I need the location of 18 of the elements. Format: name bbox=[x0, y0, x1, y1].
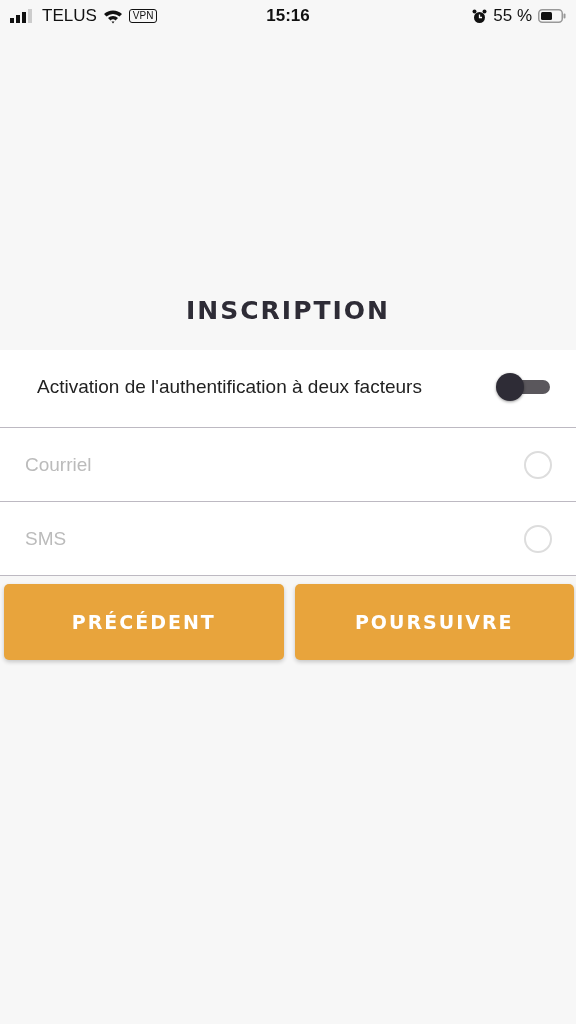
toggle-label: Activation de l'authentification à deux facteurs bbox=[37, 375, 423, 399]
radio-button[interactable] bbox=[524, 450, 552, 479]
battery-icon bbox=[538, 9, 566, 23]
toggle-switch[interactable] bbox=[496, 372, 552, 401]
battery-percent: 55 % bbox=[493, 6, 532, 26]
vpn-badge: VPN bbox=[128, 9, 158, 23]
carrier-name: TELUS bbox=[42, 6, 97, 26]
option-row[interactable]: Courriel bbox=[0, 428, 576, 502]
action-button[interactable]: POURSUIVRE bbox=[294, 584, 574, 660]
page-title: INSCRIPTION bbox=[185, 295, 391, 327]
radio-button[interactable] bbox=[524, 524, 552, 553]
wifi-icon bbox=[102, 8, 123, 24]
option-label: SMS bbox=[25, 527, 68, 550]
action-button[interactable]: PRÉCÉDENT bbox=[4, 584, 284, 660]
option-row[interactable]: SMS bbox=[0, 502, 576, 576]
option-label: Courriel bbox=[25, 453, 93, 476]
alarm-clock-icon bbox=[472, 8, 488, 24]
clock-time: 15:16 bbox=[266, 6, 310, 26]
